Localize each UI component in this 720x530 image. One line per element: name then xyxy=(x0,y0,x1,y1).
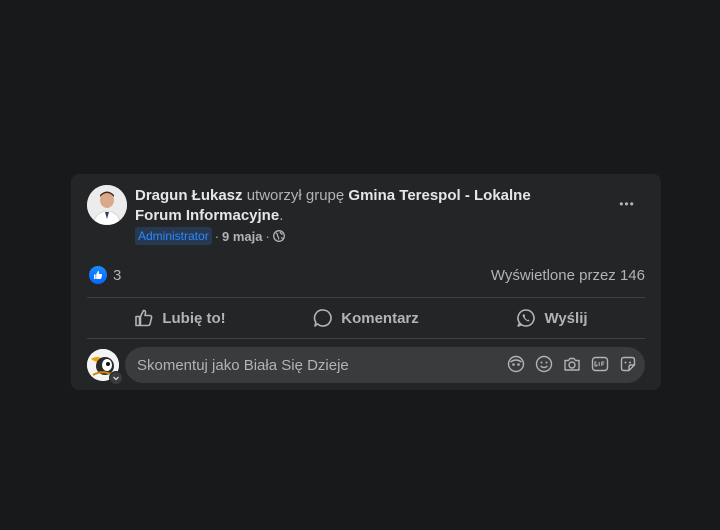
end-punct: . xyxy=(279,207,284,224)
divider xyxy=(87,297,645,298)
comment-input[interactable]: Skomentuj jako Biała Się Dzieje xyxy=(125,347,645,383)
comment-composer: Skomentuj jako Biała Się Dzieje xyxy=(87,347,645,385)
author-name[interactable]: Dragun Łukasz xyxy=(135,187,243,204)
more-options-button[interactable]: ••• xyxy=(611,190,643,218)
camera-icon[interactable] xyxy=(563,355,581,373)
author-avatar[interactable] xyxy=(87,185,127,225)
meta-separator: · xyxy=(265,228,270,244)
like-reaction-icon xyxy=(89,266,107,284)
thumbs-up-icon xyxy=(135,309,153,327)
more-horizontal-icon: ••• xyxy=(619,197,635,211)
gif-icon[interactable] xyxy=(591,355,609,373)
send-label: Wyślij xyxy=(544,309,588,327)
post-header: Dragun Łukasz utworzył grupę Gmina Teres… xyxy=(135,186,575,226)
role-badge: Administrator xyxy=(135,227,212,245)
globe-icon[interactable] xyxy=(272,230,285,242)
like-button[interactable]: Lubię to! xyxy=(87,300,273,336)
divider xyxy=(87,338,645,339)
chevron-down-icon[interactable] xyxy=(109,371,123,385)
avatar-sticker-icon[interactable] xyxy=(507,355,525,373)
sticker-icon[interactable] xyxy=(619,355,637,373)
post-actions: Lubię to! Komentarz Wyślij xyxy=(87,300,645,336)
reactions-summary[interactable]: 3 xyxy=(89,266,121,284)
comment-icon xyxy=(313,309,333,327)
post-meta: Administrator · 9 maja · xyxy=(135,227,285,245)
views-count[interactable]: Wyświetlone przez 146 xyxy=(491,267,645,284)
reaction-count: 3 xyxy=(113,266,122,284)
post-card: Dragun Łukasz utworzył grupę Gmina Teres… xyxy=(71,174,661,390)
send-button[interactable]: Wyślij xyxy=(459,300,645,336)
post-date-link[interactable]: 9 maja xyxy=(222,229,262,244)
comment-placeholder: Skomentuj jako Biała Się Dzieje xyxy=(137,356,349,374)
emoji-icon[interactable] xyxy=(535,355,553,373)
comment-tools xyxy=(507,355,637,373)
like-label: Lubię to! xyxy=(162,309,226,327)
whatsapp-icon xyxy=(517,309,536,327)
comment-button[interactable]: Komentarz xyxy=(273,300,459,336)
meta-separator: · xyxy=(214,228,220,244)
comment-label: Komentarz xyxy=(341,309,419,327)
action-text: utworzył grupę xyxy=(242,187,349,204)
